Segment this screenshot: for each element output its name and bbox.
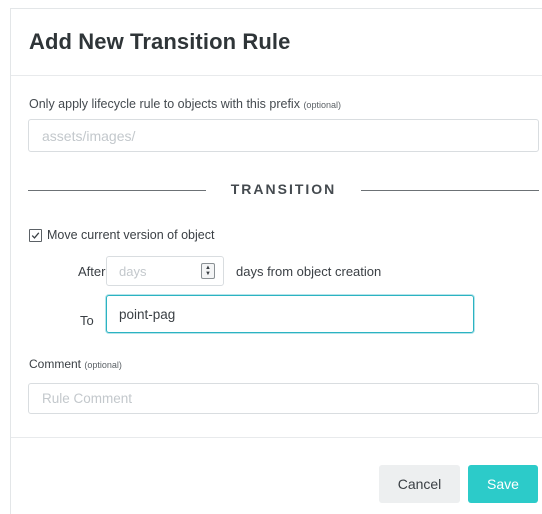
header-divider xyxy=(11,75,542,76)
comment-label-text: Comment xyxy=(29,357,82,371)
prefix-input[interactable] xyxy=(28,119,539,152)
transition-heading: TRANSITION xyxy=(230,181,337,197)
prefix-optional-tag: (optional) xyxy=(303,100,341,110)
rule-comment-input[interactable] xyxy=(28,383,539,414)
cancel-button[interactable]: Cancel xyxy=(379,465,460,503)
transition-rule-dialog: Add New Transition Rule Only apply lifec… xyxy=(10,8,542,514)
checkmark-icon xyxy=(31,231,40,239)
move-current-version-row[interactable]: Move current version of object xyxy=(29,228,214,242)
divider-line-right xyxy=(361,190,539,191)
prefix-label: Only apply lifecycle rule to objects wit… xyxy=(29,97,341,111)
move-current-version-checkbox[interactable] xyxy=(29,228,42,242)
comment-label: Comment (optional) xyxy=(29,357,122,371)
save-button[interactable]: Save xyxy=(468,465,538,503)
prefix-label-text: Only apply lifecycle rule to objects wit… xyxy=(29,97,300,111)
transition-section-divider: TRANSITION xyxy=(28,181,539,199)
footer-divider xyxy=(11,437,542,438)
days-suffix-label: days from object creation xyxy=(236,264,382,279)
move-current-version-label: Move current version of object xyxy=(47,228,215,242)
up-down-stepper-icon[interactable]: ▲ ▼ xyxy=(201,263,215,279)
dialog-title: Add New Transition Rule xyxy=(29,29,291,54)
to-storage-class-input[interactable] xyxy=(106,295,474,333)
stepper-down-icon[interactable]: ▼ xyxy=(205,271,211,277)
comment-optional-tag: (optional) xyxy=(84,360,122,370)
to-label: To xyxy=(80,313,94,328)
after-label: After xyxy=(78,264,106,279)
